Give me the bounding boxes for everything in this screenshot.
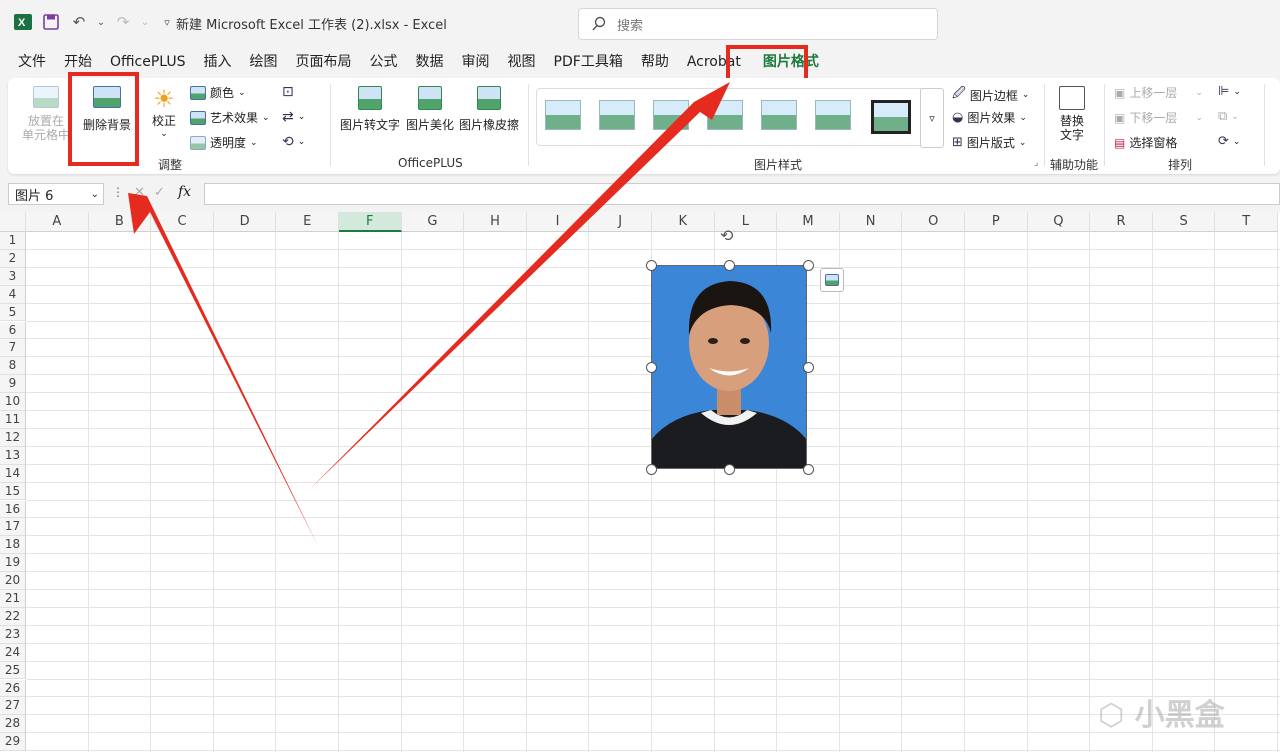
arrow-to-picture-format-tab xyxy=(310,82,730,489)
watermark-text: 小黑盒 xyxy=(1134,698,1225,733)
watermark-logo-icon: ⬡ xyxy=(1098,698,1125,733)
annotation-arrows xyxy=(128,82,730,546)
watermark: ⬡ 小黑盒 xyxy=(1098,690,1225,734)
arrow-to-remove-background xyxy=(128,193,318,546)
